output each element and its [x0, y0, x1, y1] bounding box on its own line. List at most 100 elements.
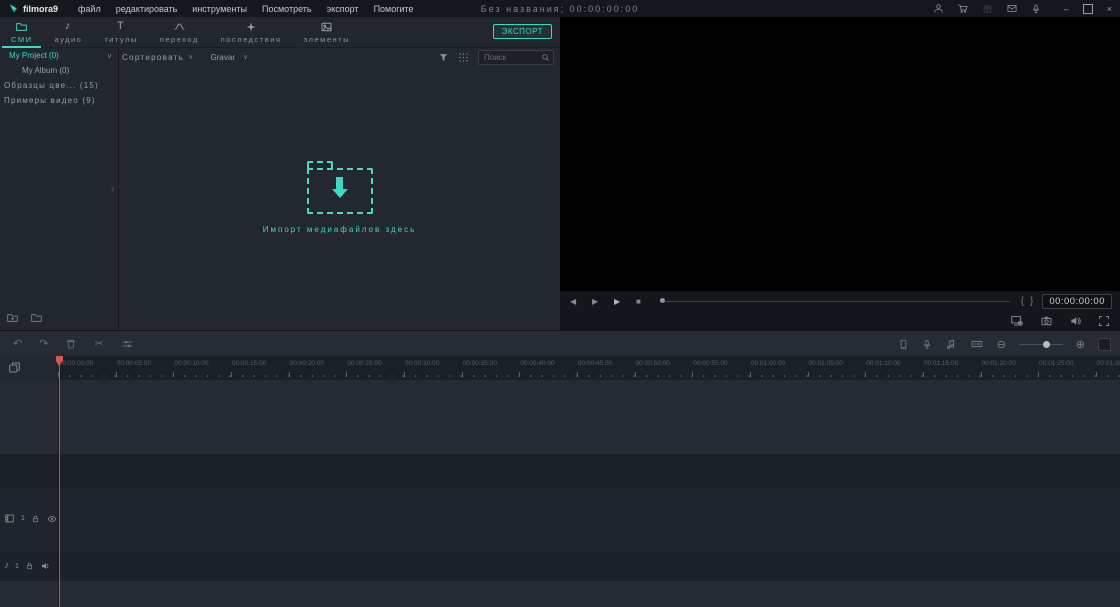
timeline-zoom-slider[interactable] — [1018, 339, 1063, 349]
library-panel: СМИ ♪ аудио T титулы переход последствия… — [0, 17, 560, 330]
ruler-segment[interactable]: 00:00:35:00 — [461, 356, 521, 380]
next-frame-button[interactable]: ▶ — [614, 297, 636, 306]
menu-export[interactable]: экспорт — [327, 4, 359, 14]
library-sidebar: My Project (0) ∨ My Album (0) Образцы цв… — [0, 48, 119, 330]
ruler-segment[interactable]: 00:01:30:00 — [1095, 356, 1120, 380]
display-settings-icon[interactable] — [1010, 314, 1024, 327]
tab-audio[interactable]: ♪ аудио — [43, 17, 93, 47]
video-viewport[interactable] — [560, 17, 1120, 291]
record-dropdown[interactable]: Gravar ∨ — [211, 53, 249, 62]
ruler-segment[interactable]: 00:00:55:00 — [692, 356, 751, 380]
preview-scrubber[interactable] — [660, 291, 1010, 311]
ruler-segment[interactable]: 00:00:45:00 — [576, 356, 636, 380]
ruler-segment[interactable]: 00:00:50:00 — [634, 356, 694, 380]
eye-visibility-icon[interactable] — [46, 514, 58, 524]
ruler-segment[interactable]: 00:00:40:00 — [519, 356, 578, 380]
sidebar-item-my-album[interactable]: My Album (0) — [0, 63, 118, 78]
ruler-segment[interactable]: 00:01:20:00 — [980, 356, 1040, 380]
close-button[interactable]: × — [1107, 4, 1112, 14]
volume-icon[interactable] — [1069, 315, 1082, 327]
menu-help[interactable]: Помогите — [374, 4, 414, 14]
voiceover-mic-icon[interactable] — [922, 338, 932, 351]
import-media-dropzone[interactable]: Импорт медиафайлов здесь — [119, 161, 560, 234]
tab-elements[interactable]: элементы — [292, 17, 361, 47]
video-track-row[interactable] — [0, 488, 1120, 551]
timeline-drop-strip[interactable] — [0, 454, 1120, 488]
filter-icon[interactable] — [438, 52, 449, 63]
ruler-segment[interactable]: 00:01:15:00 — [922, 356, 982, 380]
audio-mixer-icon[interactable] — [945, 338, 957, 350]
ruler-segment[interactable]: 00:00:05:00 — [115, 356, 175, 380]
ruler-segment[interactable]: 00:00:15:00 — [230, 356, 290, 380]
mark-out-icon[interactable]: } — [1027, 296, 1036, 307]
menu-bar: файл редактировать инструменты Посмотрет… — [78, 4, 414, 14]
play-button[interactable]: ▶ — [592, 297, 614, 306]
record-device-icon[interactable] — [898, 338, 909, 351]
timeline-ruler[interactable]: 00:00:00:00 00:00:05:00 00:00:10:00 00:00:1… — [58, 356, 1120, 380]
manage-tracks-icon[interactable] — [8, 361, 21, 374]
split-scissors-icon[interactable]: ✂ — [94, 338, 103, 350]
ruler-segment[interactable]: 00:00:10:00 — [173, 356, 232, 380]
promo-icon[interactable] — [982, 3, 993, 14]
render-preview-icon[interactable] — [970, 338, 984, 350]
fullscreen-icon[interactable] — [1098, 315, 1110, 327]
delete-trash-icon[interactable] — [65, 338, 77, 350]
ruler-segment[interactable]: 00:00:30:00 — [403, 356, 463, 380]
microphone-icon[interactable] — [1031, 3, 1041, 15]
account-icon[interactable] — [933, 3, 944, 14]
collapse-sidebar-icon[interactable]: ‹ — [111, 184, 114, 195]
mute-speaker-icon[interactable] — [40, 561, 51, 571]
redo-icon[interactable]: ↷ — [39, 338, 48, 350]
scrubber-handle[interactable] — [660, 298, 665, 303]
zoom-to-fit-button[interactable] — [1098, 337, 1111, 351]
sidebar-item-sample-colors[interactable]: Образцы цве... (15) — [0, 78, 118, 93]
mail-icon[interactable] — [1006, 3, 1018, 14]
tab-effects[interactable]: последствия — [210, 17, 293, 47]
ruler-segment[interactable]: 00:00:00:00 — [58, 356, 117, 380]
search-input[interactable] — [482, 51, 541, 63]
playhead-handle[interactable] — [56, 356, 63, 366]
zoom-slider-thumb[interactable] — [1042, 340, 1050, 348]
menu-edit[interactable]: редактировать — [116, 4, 178, 14]
search-icon[interactable] — [541, 53, 550, 62]
tab-media[interactable]: СМИ — [0, 17, 43, 48]
tab-transitions[interactable]: переход — [149, 17, 210, 47]
transition-icon — [174, 23, 185, 30]
tab-audio-label: аудио — [54, 35, 83, 44]
ruler-segment[interactable]: 00:01:25:00 — [1038, 356, 1097, 380]
export-button[interactable]: ЭКСПОРТ — [492, 24, 552, 39]
ruler-segment[interactable]: 00:01:10:00 — [865, 356, 924, 380]
sort-dropdown[interactable]: Сортировать ∨ — [122, 53, 195, 62]
folder-icon[interactable] — [30, 312, 43, 324]
timeline-empty-area[interactable] — [0, 380, 1120, 454]
ruler-segment[interactable]: 00:00:25:00 — [346, 356, 405, 380]
grid-view-icon[interactable] — [458, 52, 469, 63]
previous-frame-button[interactable]: ◀ — [570, 297, 592, 306]
add-folder-icon[interactable] — [6, 312, 19, 324]
undo-icon[interactable]: ↶ — [13, 338, 22, 350]
audio-track-row[interactable] — [0, 551, 1120, 581]
store-cart-icon[interactable] — [957, 3, 969, 14]
zoom-in-icon[interactable]: ⊕ — [1076, 338, 1085, 351]
lock-icon[interactable] — [31, 514, 40, 524]
maximize-button[interactable] — [1082, 3, 1093, 14]
sidebar-item-sample-video[interactable]: Примеры видео (9) — [0, 93, 118, 108]
ruler-segment[interactable]: 00:01:00:00 — [749, 356, 809, 380]
folder-icon — [16, 22, 28, 31]
ruler-segment[interactable]: 00:00:20:00 — [288, 356, 348, 380]
ruler-segment[interactable]: 00:01:05:00 — [807, 356, 867, 380]
snapshot-camera-icon[interactable] — [1040, 315, 1053, 327]
timeline-bottom-area[interactable] — [0, 581, 1120, 607]
tab-titles[interactable]: T титулы — [93, 17, 149, 47]
zoom-out-icon[interactable]: ⊖ — [997, 338, 1006, 351]
menu-file[interactable]: файл — [78, 4, 101, 14]
menu-view[interactable]: Посмотреть — [262, 4, 312, 14]
ruler-timecode-label: 00:00:20:00 — [289, 360, 324, 367]
sidebar-item-my-project[interactable]: My Project (0) ∨ — [0, 48, 118, 63]
crop-settings-icon[interactable] — [121, 338, 134, 350]
mark-in-icon[interactable]: { — [1018, 296, 1027, 307]
menu-tools[interactable]: инструменты — [192, 4, 247, 14]
stop-button[interactable]: ■ — [636, 297, 658, 306]
lock-icon[interactable] — [25, 561, 34, 571]
minimize-button[interactable]: – — [1064, 4, 1069, 14]
